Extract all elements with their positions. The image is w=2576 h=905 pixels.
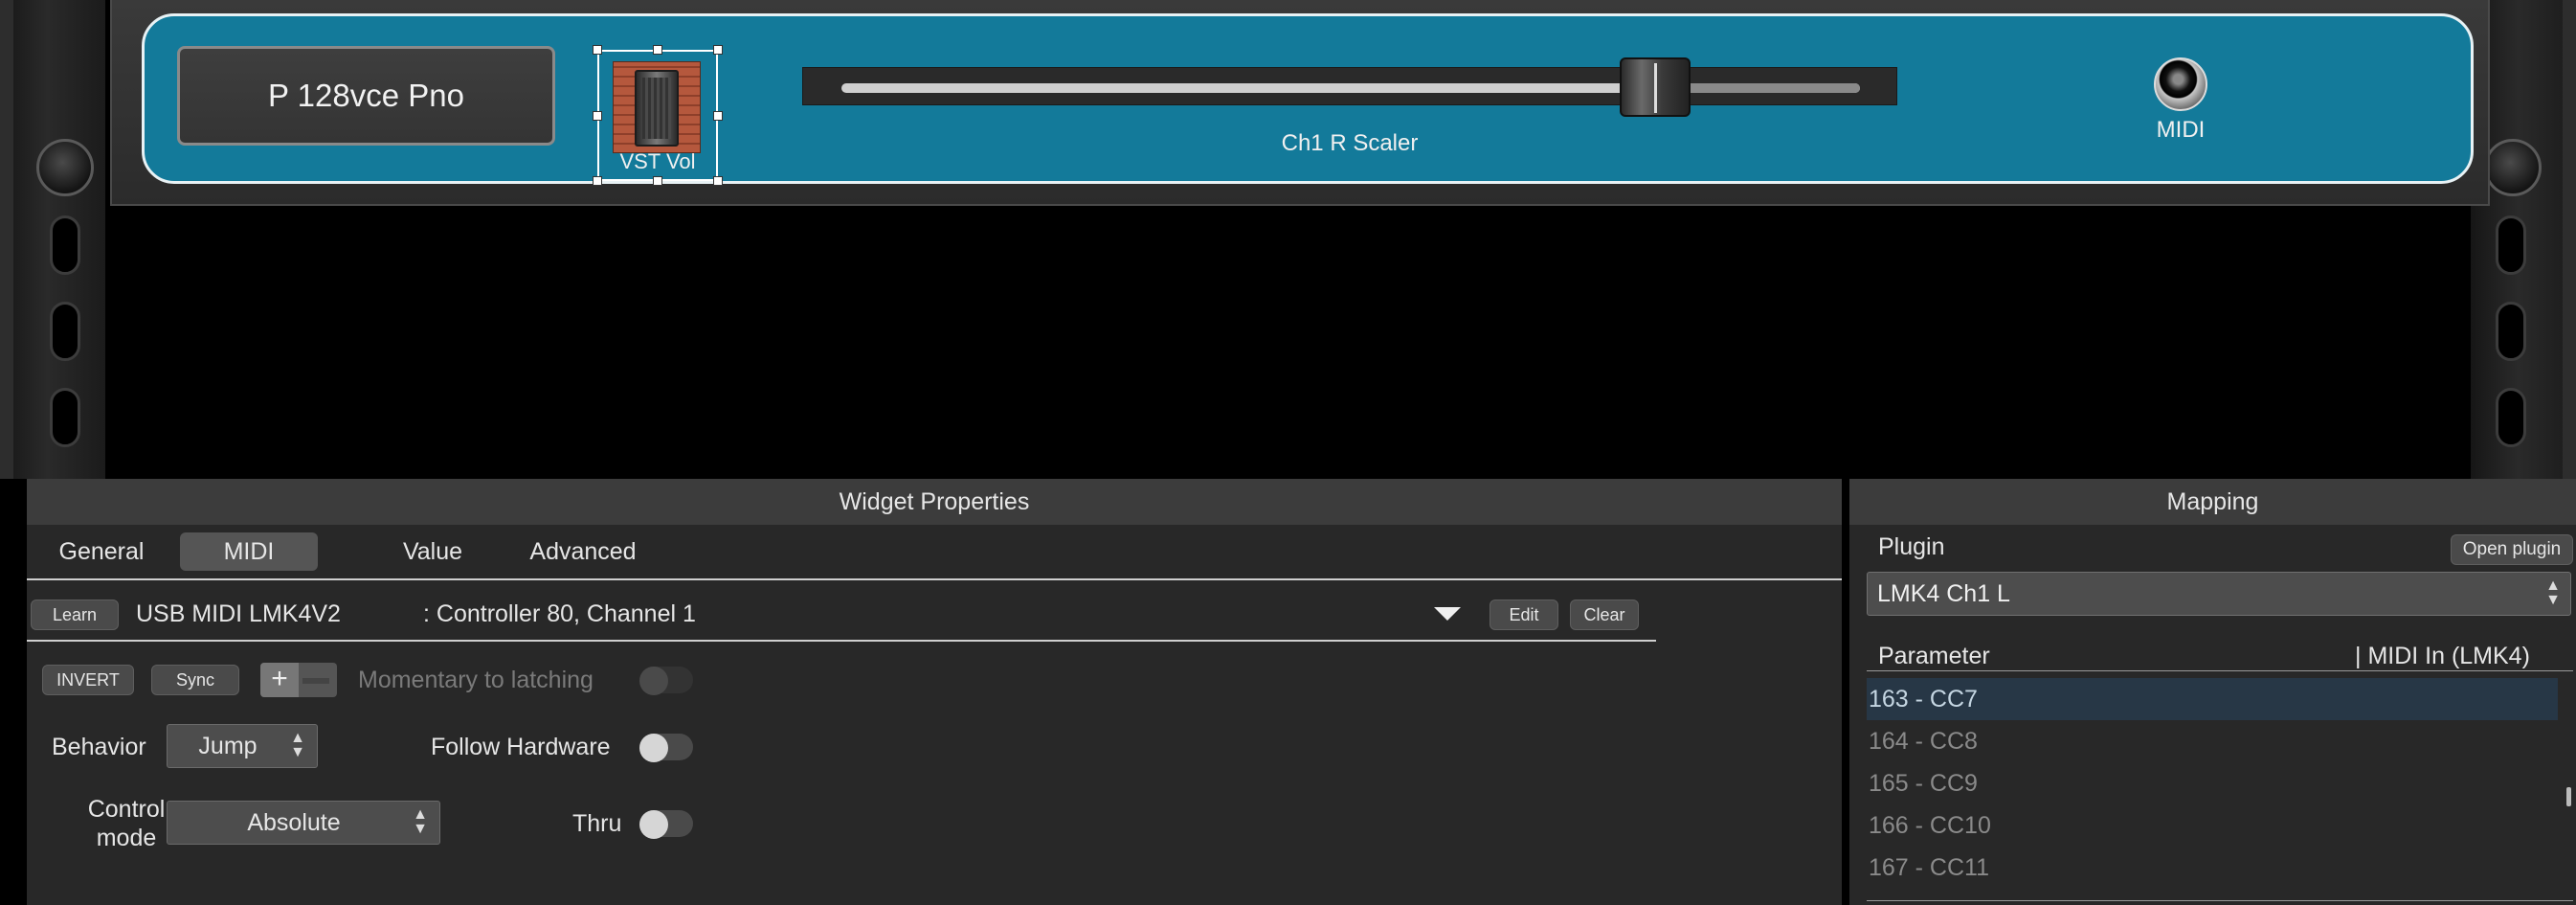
rack-rail-left	[0, 0, 105, 479]
rack-slot	[2496, 388, 2526, 447]
step-stepper[interactable]: +	[260, 663, 337, 697]
chevron-down-icon[interactable]	[1434, 607, 1461, 621]
tabs-divider	[27, 578, 1842, 580]
slider-thumb[interactable]	[1620, 57, 1691, 117]
slider-rail-unfilled	[1688, 83, 1860, 93]
rack-screw-icon	[36, 139, 94, 196]
resize-handle[interactable]	[713, 176, 723, 186]
toggle-knob	[639, 810, 668, 839]
tab-midi[interactable]: MIDI	[180, 532, 318, 571]
resize-handle[interactable]	[713, 111, 723, 121]
midi-assignment: : Controller 80, Channel 1	[423, 600, 696, 627]
clear-button[interactable]: Clear	[1570, 600, 1639, 630]
midi-row-divider	[27, 640, 1656, 642]
tab-general[interactable]: General	[44, 532, 159, 571]
select-arrows-icon: ▲ ▼	[290, 730, 305, 760]
parameter-list-scrollbar[interactable]	[2566, 787, 2571, 806]
widget-properties-panel: Widget Properties General MIDI Value Adv…	[27, 479, 1842, 905]
follow-hardware-toggle[interactable]	[639, 734, 693, 762]
parameter-row[interactable]: 163 - CC7	[1867, 678, 2558, 720]
follow-hardware-label: Follow Hardware	[431, 734, 611, 760]
tab-advanced[interactable]: Advanced	[481, 532, 685, 571]
thru-toggle[interactable]	[639, 810, 693, 839]
rack-slot	[50, 302, 80, 361]
behavior-value: Jump	[198, 732, 258, 759]
select-arrows-icon: ▲ ▼	[2545, 577, 2561, 608]
plus-icon[interactable]: +	[260, 663, 299, 697]
midi-jack-label: MIDI	[2156, 117, 2206, 143]
rack-screw-icon	[2484, 139, 2542, 196]
edit-button[interactable]: Edit	[1490, 600, 1558, 630]
ch1-r-scaler-slider[interactable]	[802, 67, 1897, 105]
slider-label: Ch1 R Scaler	[1281, 130, 1419, 156]
resize-handle[interactable]	[593, 176, 602, 186]
parameter-row[interactable]: 166 - CC10	[1867, 804, 2558, 847]
midi-in-column-header: | MIDI In (LMK4)	[2355, 643, 2530, 669]
rack-name-display[interactable]: P 128vce Pno	[177, 46, 555, 146]
parameter-column-header: Parameter	[1878, 643, 1990, 669]
rack-slot	[50, 215, 80, 275]
slider-rail	[841, 83, 1860, 93]
parameter-list-bottom-border	[1867, 900, 2573, 901]
sync-button[interactable]: Sync	[151, 665, 239, 695]
plugin-select-value: LMK4 Ch1 L	[1877, 579, 2010, 607]
control-mode-select[interactable]: Absolute ▲ ▼	[167, 801, 440, 845]
momentary-to-latching-toggle[interactable]	[639, 667, 693, 695]
thru-label: Thru	[572, 810, 622, 837]
control-mode-label-line-2: mode	[96, 825, 157, 851]
open-plugin-button[interactable]: Open plugin	[2451, 534, 2573, 565]
momentary-to-latching-label: Momentary to latching	[358, 667, 594, 693]
control-mode-value: Absolute	[247, 808, 341, 836]
resize-handle[interactable]	[653, 176, 662, 186]
vst-vol-label: VST Vol	[619, 149, 696, 173]
rack-slot	[2496, 215, 2526, 275]
toggle-knob	[639, 734, 668, 762]
parameter-row[interactable]: 165 - CC9	[1867, 762, 2558, 804]
rack-slot	[2496, 302, 2526, 361]
parameter-header-divider	[1867, 670, 2573, 671]
parameter-row[interactable]: 164 - CC8	[1867, 720, 2558, 762]
midi-jack-icon[interactable]	[2154, 57, 2207, 111]
resize-handle[interactable]	[593, 45, 602, 55]
rack-slot	[50, 388, 80, 447]
resize-handle[interactable]	[593, 111, 602, 121]
invert-button[interactable]: INVERT	[42, 665, 134, 695]
behavior-select[interactable]: Jump ▲ ▼	[167, 724, 318, 768]
plugin-select[interactable]: LMK4 Ch1 L ▲ ▼	[1867, 572, 2571, 616]
resize-handle[interactable]	[653, 45, 662, 55]
plugin-label: Plugin	[1878, 533, 1945, 560]
control-mode-label-line-1: Control	[87, 796, 166, 823]
mapping-panel: Mapping Plugin Open plugin LMK4 Ch1 L ▲ ▼…	[1849, 479, 2576, 905]
toggle-knob	[639, 667, 668, 695]
widget-properties-header: Widget Properties	[27, 479, 1842, 525]
learn-button[interactable]: Learn	[31, 600, 119, 630]
rack-rail-edge	[0, 0, 13, 479]
rack-rail-edge	[2563, 0, 2576, 479]
resize-handle[interactable]	[713, 45, 723, 55]
parameter-row[interactable]: 167 - CC11	[1867, 847, 2558, 889]
midi-device-name: USB MIDI LMK4V2	[136, 600, 341, 627]
mapping-header: Mapping	[1849, 479, 2576, 525]
select-arrows-icon: ▲ ▼	[413, 806, 428, 837]
minus-icon[interactable]	[302, 678, 329, 684]
behavior-label: Behavior	[52, 734, 146, 760]
vst-vol-widget[interactable]: VST Vol	[593, 45, 723, 186]
